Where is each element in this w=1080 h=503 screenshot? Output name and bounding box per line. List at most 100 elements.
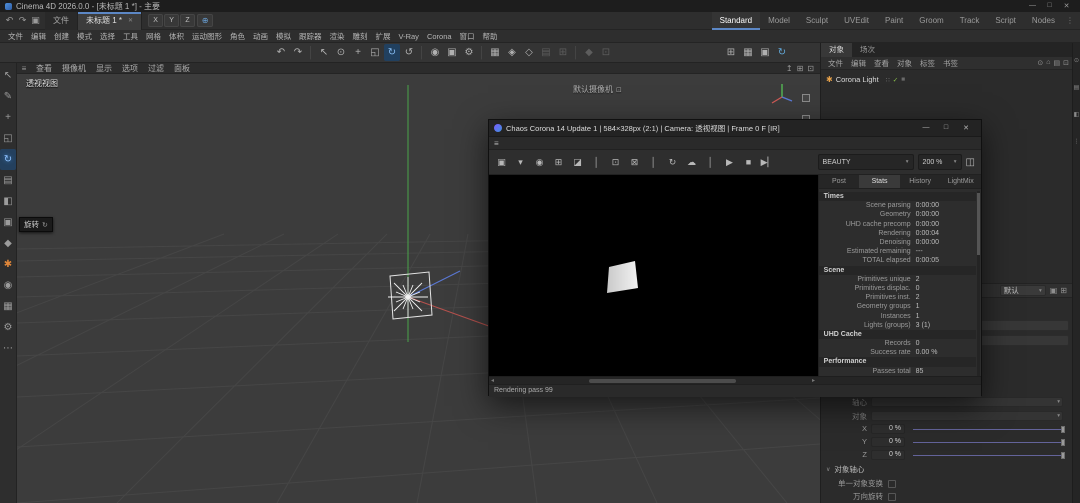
tool-icon[interactable]: ✎ bbox=[0, 86, 16, 107]
toolbar-icon[interactable]: ⊙ bbox=[333, 44, 349, 61]
tool-icon[interactable]: ▦ bbox=[0, 296, 16, 317]
menu-item[interactable]: 渲染 bbox=[326, 30, 349, 43]
toolbar-icon[interactable]: ▦ bbox=[740, 44, 756, 61]
menu-item[interactable]: Corona bbox=[423, 30, 456, 43]
menu-item[interactable]: 窗口 bbox=[456, 30, 479, 43]
view-cube-icon[interactable] bbox=[802, 94, 810, 102]
dock-icon[interactable]: ⊙ bbox=[1074, 57, 1079, 64]
slider-track[interactable] bbox=[913, 437, 1063, 447]
corona-toolbar-icon[interactable]: ⊡ bbox=[607, 153, 624, 171]
toolbar-icon[interactable]: ↻ bbox=[384, 44, 400, 61]
viewport-menu-item[interactable]: 查看 bbox=[31, 63, 57, 74]
tool-icon[interactable]: ◆ bbox=[0, 233, 16, 254]
render-view[interactable] bbox=[489, 175, 818, 376]
layout-tab[interactable]: Paint bbox=[877, 12, 911, 30]
tool-icon[interactable]: ⚙ bbox=[0, 317, 16, 338]
toolbar-icon[interactable]: │ bbox=[418, 44, 426, 61]
object-menu-item[interactable]: 标签 bbox=[916, 58, 939, 69]
minimize-icon[interactable]: — bbox=[1024, 2, 1041, 10]
split-view-icon[interactable]: ◫ bbox=[966, 157, 975, 168]
object-menu-item[interactable]: 书签 bbox=[939, 58, 962, 69]
toolbar-icon[interactable]: ◱ bbox=[367, 44, 383, 61]
menu-item[interactable]: 工具 bbox=[119, 30, 142, 43]
toolbar-icon[interactable]: ↻ bbox=[774, 44, 790, 61]
value-field[interactable]: 0 % bbox=[871, 437, 905, 447]
coordinate-system-icon[interactable]: ⊕ bbox=[197, 14, 213, 27]
tool-icon[interactable]: ▣ bbox=[0, 212, 16, 233]
menu-item[interactable]: 动画 bbox=[249, 30, 272, 43]
corona-toolbar-icon[interactable]: ▾ bbox=[512, 153, 529, 171]
hscrollbar-thumb[interactable] bbox=[589, 379, 736, 383]
slider-handle[interactable] bbox=[1061, 439, 1065, 446]
object-toggle-icon[interactable]: ∷ bbox=[886, 76, 890, 84]
layout-tab[interactable]: Track bbox=[952, 12, 988, 30]
corona-toolbar-icon[interactable]: │ bbox=[588, 153, 605, 171]
viewport-control-icon[interactable]: ⊞ bbox=[797, 64, 804, 73]
toolbar-icon[interactable]: ↺ bbox=[401, 44, 417, 61]
panel-icon[interactable]: ⊡ bbox=[1063, 59, 1069, 67]
stats-tab[interactable]: Post bbox=[819, 175, 860, 188]
viewport-control-icon[interactable]: ⊡ bbox=[807, 64, 814, 73]
toolbar-icon[interactable]: ↷ bbox=[290, 44, 306, 61]
value-field[interactable]: 0 % bbox=[871, 450, 905, 460]
camera-menu-icon[interactable]: ⊡ bbox=[616, 86, 622, 94]
corona-toolbar-icon[interactable]: ▶▏ bbox=[759, 153, 776, 171]
hamburger-menu-icon[interactable]: ≡ bbox=[494, 139, 499, 148]
menu-item[interactable]: 选择 bbox=[96, 30, 119, 43]
object-menu-item[interactable]: 查看 bbox=[870, 58, 893, 69]
viewport-menu-item[interactable]: 显示 bbox=[91, 63, 117, 74]
stats-scrollbar-thumb[interactable] bbox=[977, 193, 980, 255]
tool-icon[interactable]: ◧ bbox=[0, 191, 16, 212]
menu-item[interactable]: 雕刻 bbox=[349, 30, 372, 43]
tool-icon[interactable]: + bbox=[0, 107, 16, 128]
object-toggle-icon[interactable]: ■ bbox=[901, 76, 905, 83]
maximize-icon[interactable]: □ bbox=[936, 124, 956, 132]
attribute-header-icon[interactable]: ▣ bbox=[1050, 286, 1058, 295]
checkbox[interactable] bbox=[888, 493, 896, 501]
corona-toolbar-icon[interactable]: ⊠ bbox=[626, 153, 643, 171]
corona-toolbar-icon[interactable]: ◉ bbox=[531, 153, 548, 171]
tool-icon[interactable]: ⋯ bbox=[0, 338, 16, 359]
layout-tab[interactable]: Sculpt bbox=[798, 12, 836, 30]
close-icon[interactable]: ✕ bbox=[1058, 2, 1075, 10]
panel-tab[interactable]: 场次 bbox=[852, 43, 883, 57]
layout-overflow-icon[interactable]: ⋮ bbox=[1063, 16, 1077, 25]
history-icon[interactable]: ↷ bbox=[16, 14, 29, 28]
tool-icon[interactable]: ◉ bbox=[0, 275, 16, 296]
stats-tab[interactable]: LightMix bbox=[940, 175, 981, 188]
object-axis-section-header[interactable]: ∨ 对象轴心 bbox=[821, 463, 1073, 476]
checkbox[interactable] bbox=[888, 480, 896, 488]
toolbar-icon[interactable]: + bbox=[350, 44, 366, 61]
viewport-menu-item[interactable]: 过滤 bbox=[143, 63, 169, 74]
menu-item[interactable]: 模式 bbox=[73, 30, 96, 43]
viewport-menu-item[interactable]: 面板 bbox=[169, 63, 195, 74]
panel-icon[interactable]: ⌂ bbox=[1046, 59, 1050, 67]
object-toggle-icon[interactable]: ✓ bbox=[893, 76, 898, 84]
render-element-dropdown[interactable]: BEAUTY ▾ bbox=[818, 154, 914, 170]
scroll-right-icon[interactable]: ▸ bbox=[812, 377, 815, 385]
axis-lock-button[interactable]: X bbox=[148, 14, 163, 27]
history-icon[interactable]: ↶ bbox=[3, 14, 16, 28]
menu-item[interactable]: 体积 bbox=[165, 30, 188, 43]
toolbar-icon[interactable]: ◉ bbox=[427, 44, 443, 61]
toolbar-icon[interactable]: │ bbox=[572, 44, 580, 61]
maximize-icon[interactable]: □ bbox=[1041, 2, 1058, 10]
corona-toolbar-icon[interactable]: ☁ bbox=[683, 153, 700, 171]
attribute-dropdown[interactable]: ▾ bbox=[871, 411, 1063, 421]
toolbar-icon[interactable]: ▤ bbox=[538, 44, 554, 61]
menu-item[interactable]: 模拟 bbox=[272, 30, 295, 43]
layout-tab[interactable]: Groom bbox=[911, 12, 951, 30]
toolbar-icon[interactable]: ⊞ bbox=[723, 44, 739, 61]
slider-handle[interactable] bbox=[1061, 426, 1065, 433]
object-menu-item[interactable]: 编辑 bbox=[847, 58, 870, 69]
menu-item[interactable]: 创建 bbox=[50, 30, 73, 43]
toolbar-icon[interactable]: ▣ bbox=[757, 44, 773, 61]
layout-tab[interactable]: UVEdit bbox=[836, 12, 877, 30]
menu-item[interactable]: 运动图形 bbox=[188, 30, 226, 43]
corona-toolbar-icon[interactable]: ▶ bbox=[721, 153, 738, 171]
panel-icon[interactable]: ▤ bbox=[1054, 59, 1061, 67]
axis-lock-button[interactable]: Y bbox=[164, 14, 179, 27]
toolbar-icon[interactable]: ⚙ bbox=[461, 44, 477, 61]
toolbar-icon[interactable]: ⊡ bbox=[598, 44, 614, 61]
zoom-dropdown[interactable]: 200 % ▾ bbox=[918, 154, 962, 170]
